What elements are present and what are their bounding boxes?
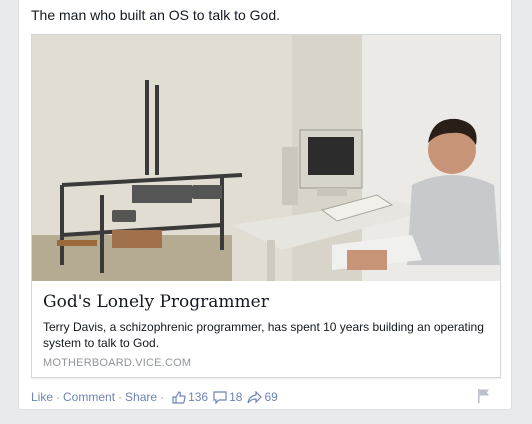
separator: · (56, 390, 61, 404)
like-link[interactable]: Like (31, 390, 53, 404)
comment-link[interactable]: Comment (63, 390, 115, 404)
card-description: Terry Davis, a schizophrenic programmer,… (43, 320, 484, 350)
comments-count[interactable]: 18 (213, 390, 242, 404)
separator: · (118, 390, 123, 404)
flag-icon[interactable] (477, 388, 491, 404)
shares-count[interactable]: 69 (247, 390, 278, 404)
likes-count[interactable]: 136 (172, 390, 208, 404)
share-link[interactable]: Share (125, 390, 157, 404)
comments-count-value: 18 (229, 390, 243, 404)
post-actions-bar: Like · Comment · Share · 136 18 69 (31, 390, 278, 404)
card-domain: MOTHERBOARD.VICE.COM (43, 357, 192, 369)
likes-count-value: 136 (188, 390, 209, 404)
shares-count-value: 69 (264, 390, 278, 404)
comment-bubble-icon (213, 390, 227, 404)
card-image[interactable] (32, 35, 500, 281)
share-arrow-icon (247, 390, 263, 403)
card-title[interactable]: God's Lonely Programmer (43, 291, 269, 313)
post-message: The man who built an OS to talk to God. (31, 7, 281, 23)
news-feed-post: The man who built an OS to talk to God. (18, 0, 512, 410)
separator: · (160, 390, 165, 404)
thumbs-up-icon (172, 390, 186, 404)
link-share-card[interactable]: God's Lonely Programmer Terry Davis, a s… (31, 34, 501, 378)
